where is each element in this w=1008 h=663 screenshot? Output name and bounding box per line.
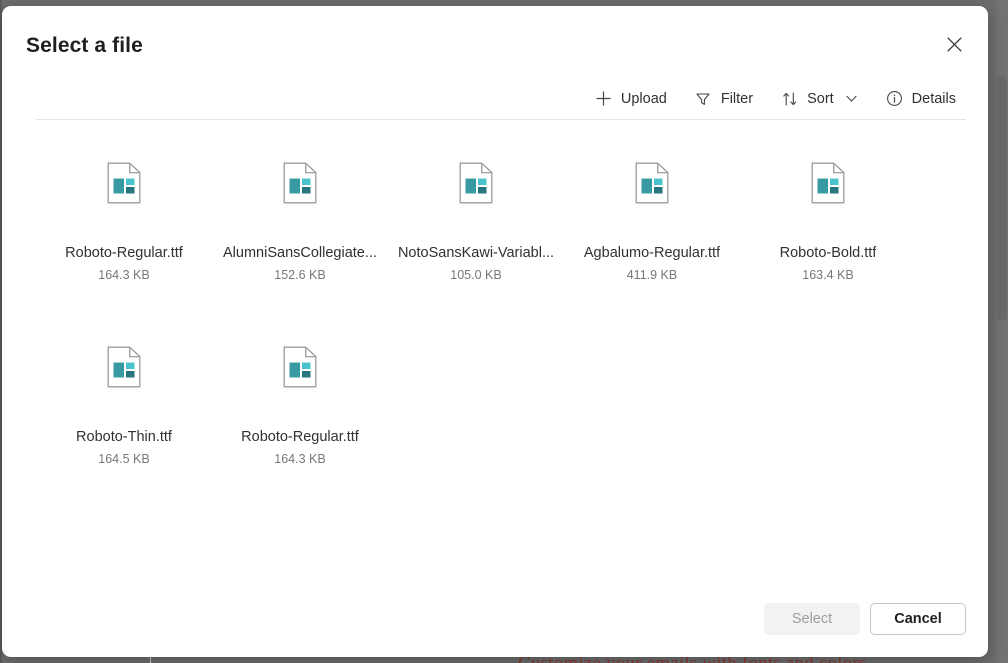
font-file-icon [283,346,317,388]
file-tile[interactable]: Roboto-Bold.ttf 163.4 KB [740,146,916,330]
file-tile[interactable]: NotoSansKawi-Variabl... 105.0 KB [388,146,564,330]
details-label: Details [911,90,956,107]
file-size: 164.3 KB [274,452,326,466]
command-toolbar: Upload Filter Sort Details [36,78,966,119]
chevron-down-icon [845,92,858,105]
plus-icon [595,90,612,107]
file-name: Roboto-Bold.ttf [779,245,877,261]
filter-button[interactable]: Filter [685,83,763,115]
font-file-icon [459,162,493,204]
file-name: Roboto-Regular.ttf [65,245,183,261]
font-file-icon [107,162,141,204]
file-name: Roboto-Thin.ttf [76,429,172,445]
funnel-icon [695,90,712,107]
file-tile[interactable]: Agbalumo-Regular.ttf 411.9 KB [564,146,740,330]
page-title: Select a file [26,34,143,57]
file-name: Roboto-Regular.ttf [241,429,359,445]
sort-arrows-icon [781,90,798,107]
file-name: Agbalumo-Regular.ttf [583,245,721,261]
font-file-icon [107,346,141,388]
file-grid: Roboto-Regular.ttf 164.3 KB AlumniSansCo… [36,146,966,567]
file-name: NotoSansKawi-Variabl... [397,245,555,261]
upload-label: Upload [620,90,667,107]
upload-button[interactable]: Upload [585,83,677,115]
info-circle-icon [886,90,903,107]
dialog-footer: Select Cancel [764,603,966,635]
sort-label: Sort [807,90,834,107]
toolbar-divider [36,119,966,120]
background-scrollbar[interactable] [996,0,1008,663]
font-file-icon [635,162,669,204]
details-button[interactable]: Details [876,83,966,115]
file-tile[interactable]: Roboto-Thin.ttf 164.5 KB [36,330,212,514]
cancel-button[interactable]: Cancel [870,603,966,635]
file-size: 164.3 KB [98,268,150,282]
select-button[interactable]: Select [764,603,860,635]
file-size: 105.0 KB [450,268,502,282]
file-tile[interactable]: Roboto-Regular.ttf 164.3 KB [36,146,212,330]
select-a-file-dialog: Select a file Upload Filter Sort Details… [2,6,988,657]
file-size: 163.4 KB [802,268,854,282]
sort-button[interactable]: Sort [771,83,868,115]
file-size: 411.9 KB [626,268,678,282]
file-name: AlumniSansCollegiate... [223,245,377,261]
file-size: 164.5 KB [98,452,150,466]
close-button[interactable] [936,28,972,64]
font-file-icon [811,162,845,204]
file-size: 152.6 KB [274,268,326,282]
font-file-icon [283,162,317,204]
file-tile[interactable]: AlumniSansCollegiate... 152.6 KB [212,146,388,330]
background-scrollbar-thumb[interactable] [997,76,1007,321]
file-tile[interactable]: Roboto-Regular.ttf 164.3 KB [212,330,388,514]
close-icon [946,37,962,55]
filter-label: Filter [720,90,754,107]
